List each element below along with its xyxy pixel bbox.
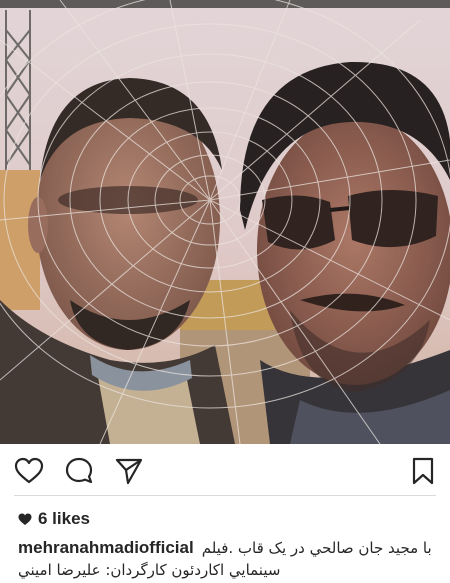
- username-link[interactable]: mehranahmadiofficial: [18, 537, 194, 559]
- post-photo[interactable]: [0, 0, 450, 444]
- likes-count: 6 likes: [38, 509, 90, 528]
- caption-line: mehranahmadiofficial با مجيد جان صالحي د…: [18, 537, 438, 559]
- comment-bubble-icon[interactable]: [64, 456, 94, 486]
- heart-filled-icon: [18, 513, 32, 525]
- caption-text-line2: سينمايي اکاردئون کارگردان: عليرضا اميني: [18, 561, 281, 579]
- photo-illustration: [0, 0, 450, 444]
- bookmark-icon[interactable]: [408, 456, 438, 486]
- heart-outline-icon[interactable]: [14, 456, 44, 486]
- caption-text-line1: با مجيد جان صالحي در يک قاب .فيلم: [201, 539, 432, 557]
- likes-row[interactable]: 6 likes: [18, 508, 90, 530]
- post-caption: mehranahmadiofficial با مجيد جان صالحي د…: [18, 537, 438, 581]
- action-divider: [14, 495, 436, 496]
- post-action-bar: [0, 444, 450, 496]
- paper-plane-icon[interactable]: [114, 456, 144, 486]
